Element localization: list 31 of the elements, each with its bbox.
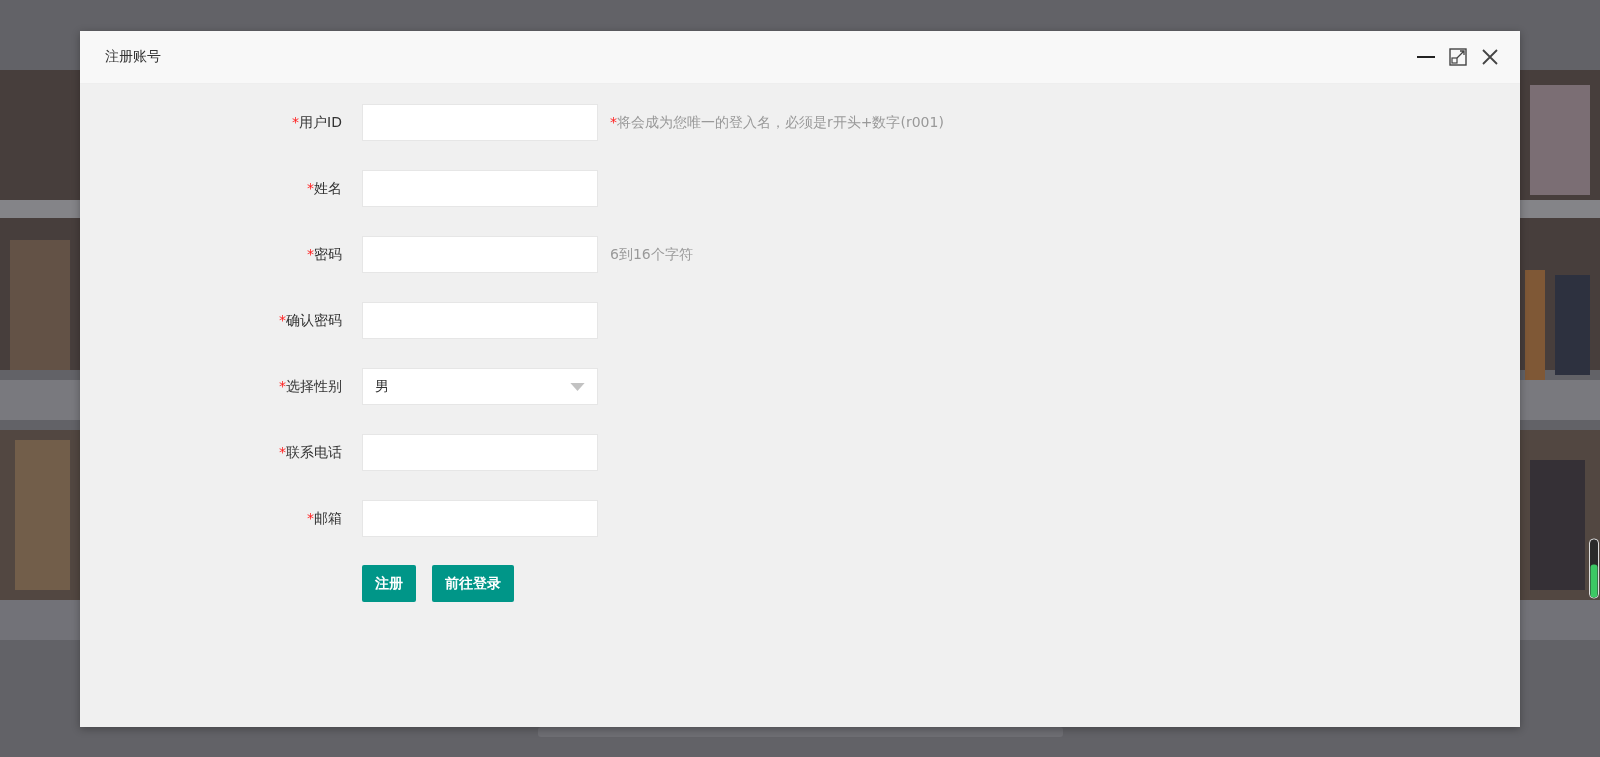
close-icon[interactable] xyxy=(1480,47,1500,67)
field-label: 密码 xyxy=(314,245,342,264)
input-field[interactable] xyxy=(362,236,598,273)
hint-text: 6到16个字符 xyxy=(610,245,693,264)
select-field[interactable]: 男 xyxy=(362,368,598,405)
required-mark: * xyxy=(307,179,314,198)
input-field[interactable] xyxy=(362,434,598,471)
field-label: 姓名 xyxy=(314,179,342,198)
action-button[interactable]: 前往登录 xyxy=(432,565,514,602)
field-label: 确认密码 xyxy=(286,311,342,330)
field-label: 用户ID xyxy=(299,113,342,132)
scroll-indicator-icon xyxy=(1589,538,1599,599)
window-title: 注册账号 xyxy=(105,48,161,66)
maximize-icon[interactable] xyxy=(1448,47,1468,67)
input-field[interactable] xyxy=(362,302,598,339)
required-mark: * xyxy=(292,113,300,132)
field-label: 联系电话 xyxy=(286,443,342,462)
hint-text: 将会成为您唯一的登入名，必须是r开头+数字(r001) xyxy=(617,113,944,132)
input-field[interactable] xyxy=(362,170,598,207)
required-mark: * xyxy=(279,443,286,462)
required-mark: * xyxy=(279,311,286,330)
field-label: 邮箱 xyxy=(314,509,342,528)
required-mark: * xyxy=(307,245,314,264)
input-field[interactable] xyxy=(362,104,598,141)
required-mark: * xyxy=(307,509,314,528)
required-mark: * xyxy=(279,377,286,396)
action-button[interactable]: 注册 xyxy=(362,565,416,602)
required-mark: * xyxy=(610,113,617,132)
caret-icon xyxy=(570,382,585,391)
input-field[interactable] xyxy=(362,500,598,537)
field-label: 选择性别 xyxy=(286,377,342,396)
